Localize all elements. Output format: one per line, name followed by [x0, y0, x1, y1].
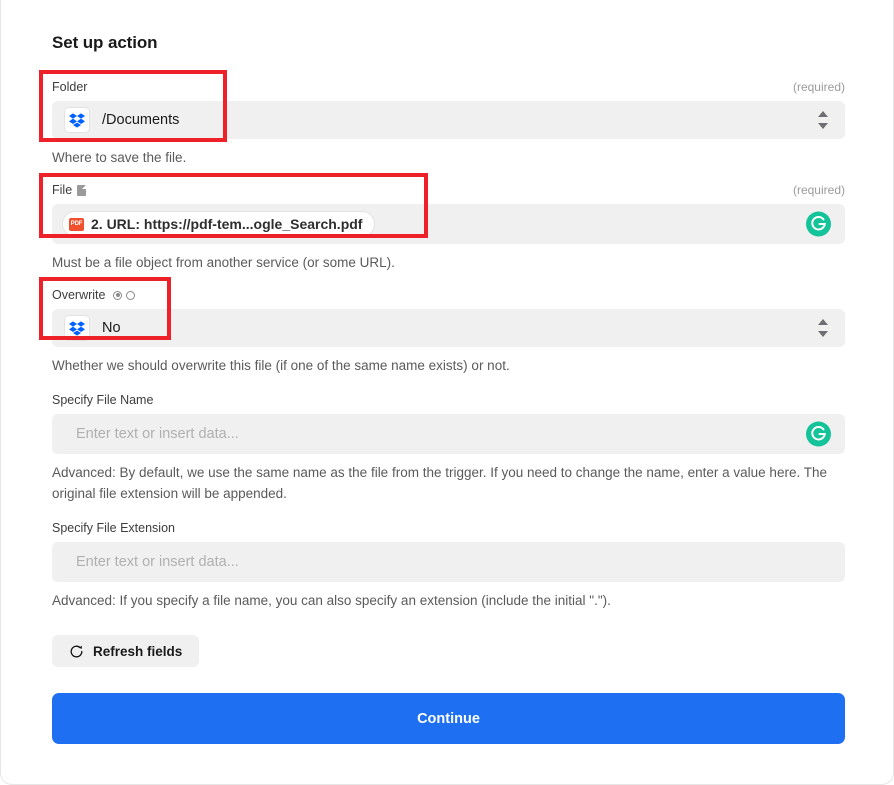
- field-specify-file-extension: Specify File Extension Enter text or ins…: [52, 519, 845, 611]
- field-file: File (required) PDF 2. URL: https://pdf-…: [52, 181, 845, 273]
- refresh-fields-button[interactable]: Refresh fields: [52, 635, 199, 667]
- radio-selected-icon[interactable]: [113, 291, 122, 300]
- specify-file-name-label: Specify File Name: [52, 391, 153, 409]
- overwrite-label-row: Overwrite: [52, 286, 845, 304]
- folder-select[interactable]: /Documents: [52, 101, 845, 139]
- overwrite-label-left: Overwrite: [52, 286, 135, 304]
- folder-label-row: Folder (required): [52, 78, 845, 96]
- radio-unselected-icon[interactable]: [126, 291, 135, 300]
- specify-file-extension-placeholder: Enter text or insert data...: [76, 554, 239, 570]
- field-folder: Folder (required) /Documents Where to sa…: [52, 78, 845, 168]
- setup-action-card: Set up action Folder (required) /Documen…: [0, 0, 894, 785]
- refresh-fields-row: Refresh fields: [52, 635, 845, 667]
- overwrite-select[interactable]: No: [52, 309, 845, 347]
- overwrite-helper: Whether we should overwrite this file (i…: [52, 355, 842, 376]
- file-input[interactable]: PDF 2. URL: https://pdf-tem...ogle_Searc…: [52, 204, 845, 244]
- grammarly-icon[interactable]: [806, 422, 831, 447]
- specify-file-name-placeholder: Enter text or insert data...: [76, 426, 239, 442]
- specify-file-name-input[interactable]: Enter text or insert data...: [52, 414, 845, 454]
- specify-file-extension-label-row: Specify File Extension: [52, 519, 845, 537]
- specify-file-name-helper: Advanced: By default, we use the same na…: [52, 462, 842, 504]
- file-required-tag: (required): [793, 181, 845, 199]
- file-label: File: [52, 181, 72, 199]
- dropbox-icon: [64, 107, 90, 133]
- document-icon: [77, 185, 86, 196]
- field-overwrite: Overwrite No Whether we sh: [52, 286, 845, 376]
- specify-file-extension-helper: Advanced: If you specify a file name, yo…: [52, 590, 842, 611]
- specify-file-name-label-left: Specify File Name: [52, 391, 153, 409]
- continue-button[interactable]: Continue: [52, 693, 845, 744]
- folder-value: /Documents: [102, 112, 179, 128]
- folder-label-left: Folder: [52, 78, 87, 96]
- file-token[interactable]: PDF 2. URL: https://pdf-tem...ogle_Searc…: [62, 211, 375, 237]
- specify-file-name-label-row: Specify File Name: [52, 391, 845, 409]
- overwrite-label: Overwrite: [52, 286, 105, 304]
- dropbox-icon: [64, 315, 90, 341]
- page-title: Set up action: [52, 0, 845, 53]
- form-content: Set up action Folder (required) /Documen…: [52, 0, 845, 744]
- folder-helper: Where to save the file.: [52, 147, 842, 168]
- overwrite-radio-group[interactable]: [113, 291, 135, 300]
- file-label-row: File (required): [52, 181, 845, 199]
- refresh-fields-label: Refresh fields: [93, 644, 182, 659]
- file-label-left: File: [52, 181, 86, 199]
- grammarly-icon[interactable]: [806, 212, 831, 237]
- specify-file-extension-input[interactable]: Enter text or insert data...: [52, 542, 845, 582]
- folder-label: Folder: [52, 78, 87, 96]
- refresh-icon: [69, 644, 84, 659]
- file-helper: Must be a file object from another servi…: [52, 252, 842, 273]
- specify-file-extension-label: Specify File Extension: [52, 519, 175, 537]
- select-stepper-icon[interactable]: [817, 319, 829, 337]
- specify-file-extension-label-left: Specify File Extension: [52, 519, 175, 537]
- folder-required-tag: (required): [793, 78, 845, 96]
- file-token-text: 2. URL: https://pdf-tem...ogle_Search.pd…: [91, 216, 362, 232]
- field-specify-file-name: Specify File Name Enter text or insert d…: [52, 391, 845, 504]
- continue-row: Continue: [52, 693, 845, 744]
- select-stepper-icon[interactable]: [817, 111, 829, 129]
- overwrite-value: No: [102, 320, 121, 336]
- pdf-file-icon: PDF: [69, 218, 84, 231]
